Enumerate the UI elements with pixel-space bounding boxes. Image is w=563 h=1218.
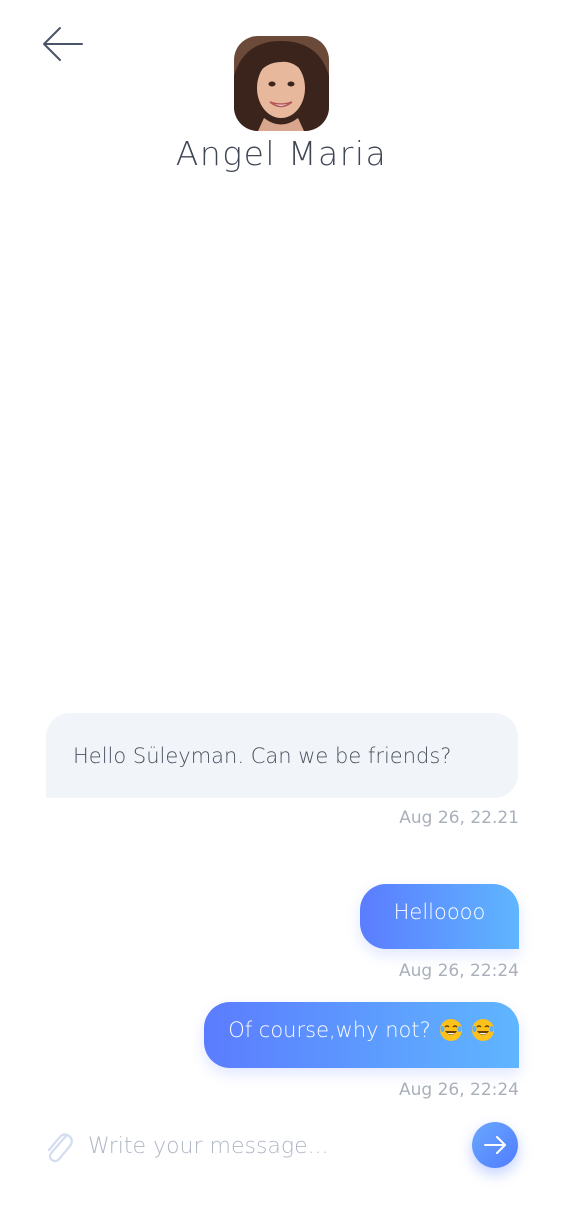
paperclip-icon: [47, 1133, 73, 1163]
contact-photo: [234, 36, 329, 131]
avatar: [234, 36, 329, 131]
outgoing-message-bubble[interactable]: Of course,why not?: [204, 1002, 519, 1068]
outgoing-message-bubble[interactable]: Helloooo: [360, 884, 519, 949]
message-timestamp: Aug 26, 22.21: [399, 808, 519, 828]
message-text: Of course,why not?: [228, 1018, 431, 1042]
attach-button[interactable]: [42, 1128, 74, 1164]
back-button[interactable]: [40, 24, 86, 64]
send-button[interactable]: [472, 1122, 518, 1168]
message-timestamp: Aug 26, 22:24: [398, 1080, 519, 1100]
message-composer: [0, 1118, 563, 1174]
message-timestamp: Aug 26, 22:24: [398, 961, 519, 981]
message-input[interactable]: [88, 1126, 458, 1166]
contact-name: Angel Maria: [175, 134, 388, 173]
message-text: Hello Süleyman. Can we be friends?: [73, 743, 452, 768]
laughing-crying-emoji-icon: [439, 1019, 462, 1041]
message-text: Helloooo: [393, 900, 486, 924]
arrow-left-icon: [43, 27, 83, 61]
laughing-crying-emoji-icon: [471, 1019, 494, 1041]
incoming-message-bubble[interactable]: Hello Süleyman. Can we be friends?: [46, 713, 518, 798]
arrow-right-icon: [484, 1136, 506, 1154]
